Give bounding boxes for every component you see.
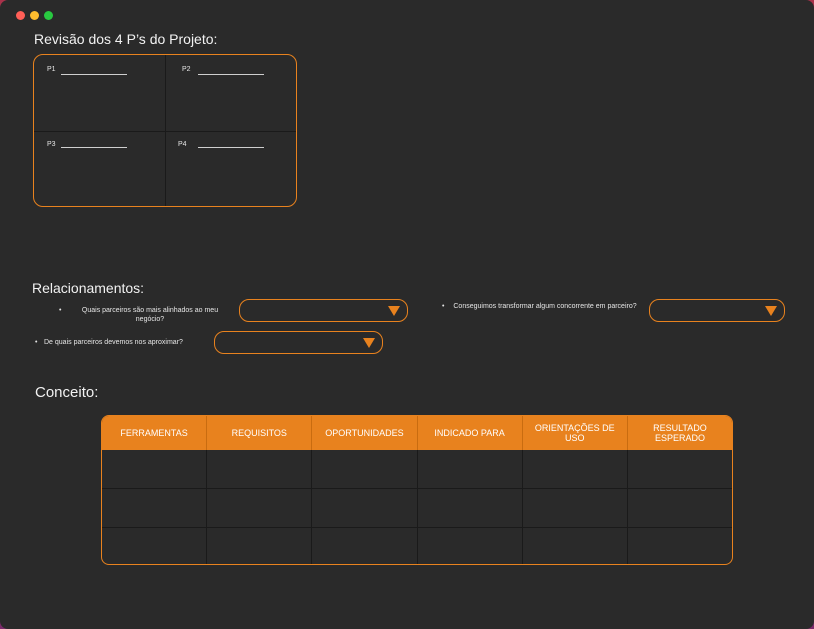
p2-input-line[interactable]	[198, 74, 264, 75]
table-cell[interactable]	[207, 528, 313, 564]
p3-label: P3	[47, 141, 56, 148]
column-header-ferramentas: FERRAMENTAS	[102, 416, 208, 450]
concept-table: FERRAMENTAS REQUISITOS OPORTUNIDADES IND…	[101, 415, 733, 565]
section-title-conceito: Conceito:	[35, 384, 99, 401]
column-header-resultado-esperado: RESULTADO ESPERADO	[653, 423, 707, 443]
table-row	[102, 528, 732, 564]
p1-label: P1	[47, 66, 56, 73]
dropdown-parceiros-alinhados[interactable]	[239, 299, 408, 322]
dropdown-concorrente-parceiro[interactable]	[649, 299, 785, 322]
table-body	[102, 450, 732, 564]
table-cell[interactable]	[102, 489, 208, 527]
table-cell[interactable]	[312, 489, 418, 527]
column-header-requisitos: REQUISITOS	[207, 416, 313, 450]
table-cell[interactable]	[312, 528, 418, 564]
dropdown-arrow-icon	[388, 305, 400, 316]
minimize-window-button[interactable]	[30, 11, 39, 20]
table-cell[interactable]	[418, 450, 523, 488]
table-cell[interactable]	[102, 528, 208, 564]
dropdown-arrow-icon	[765, 305, 777, 316]
close-window-button[interactable]	[16, 11, 25, 20]
question-parceiros-alinhados: Quais parceiros são mais alinhados ao me…	[59, 306, 232, 324]
grid-divider-horizontal	[34, 131, 296, 132]
column-header-oportunidades: OPORTUNIDADES	[312, 416, 418, 450]
p4-input-line[interactable]	[198, 147, 264, 148]
table-cell[interactable]	[418, 489, 523, 527]
table-cell[interactable]	[418, 528, 523, 564]
four-ps-grid: P1 P2 P3 P4	[33, 54, 297, 207]
column-header-orientacoes-de-uso: ORIENTAÇÕES DE USO	[523, 416, 628, 450]
table-cell[interactable]	[312, 450, 418, 488]
p2-label: P2	[182, 66, 191, 73]
dropdown-parceiros-aproximar[interactable]	[214, 331, 383, 354]
dropdown-arrow-icon	[363, 337, 375, 348]
table-cell[interactable]	[207, 450, 313, 488]
table-cell[interactable]	[628, 450, 732, 488]
p3-input-line[interactable]	[61, 147, 127, 148]
table-cell[interactable]	[628, 489, 732, 527]
column-header-indicado-para: INDICADO PARA	[418, 416, 523, 450]
table-row	[102, 489, 732, 528]
app-window: Revisão dos 4 P’s do Projeto: P1 P2 P3 P…	[0, 0, 814, 629]
p4-label: P4	[178, 141, 187, 148]
question-concorrente-parceiro: Conseguimos transformar algum concorrent…	[442, 302, 639, 311]
window-controls	[16, 11, 53, 20]
table-cell[interactable]	[628, 528, 732, 564]
maximize-window-button[interactable]	[44, 11, 53, 20]
table-cell[interactable]	[523, 528, 628, 564]
table-cell[interactable]	[207, 489, 313, 527]
table-cell[interactable]	[523, 489, 628, 527]
table-cell[interactable]	[102, 450, 208, 488]
table-cell[interactable]	[523, 450, 628, 488]
section-title-4ps: Revisão dos 4 P’s do Projeto:	[34, 31, 218, 47]
question-parceiros-aproximar: De quais parceiros devemos nos aproximar…	[35, 338, 214, 347]
table-header: FERRAMENTAS REQUISITOS OPORTUNIDADES IND…	[102, 416, 732, 450]
table-row	[102, 450, 732, 489]
section-title-relacionamentos: Relacionamentos:	[32, 280, 145, 296]
p1-input-line[interactable]	[61, 74, 127, 75]
